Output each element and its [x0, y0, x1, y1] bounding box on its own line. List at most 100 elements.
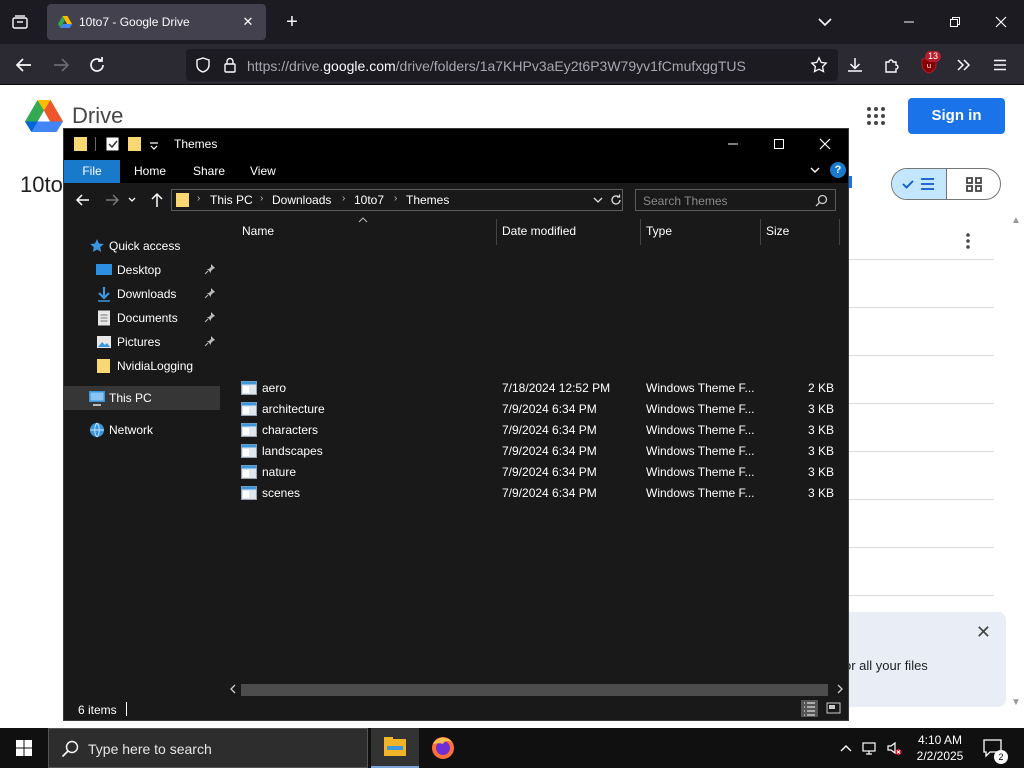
taskbar-clock[interactable]: 4:10 AM 2/2/2025 — [896, 732, 984, 764]
breadcrumb-separator-icon[interactable]: › — [260, 193, 263, 204]
nav-downloads[interactable]: Downloads — [64, 282, 220, 306]
restore-window-icon[interactable] — [941, 8, 969, 36]
explorer-forward-arrow-icon[interactable] — [102, 192, 122, 208]
address-bar[interactable]: https://drive.google.com/drive/folders/1… — [186, 49, 838, 81]
more-options-vertical-icon[interactable] — [962, 232, 974, 250]
ribbon-tab-share[interactable]: Share — [193, 164, 225, 178]
reload-icon[interactable] — [84, 52, 110, 78]
url-text[interactable]: https://drive.google.com/drive/folders/1… — [247, 58, 746, 74]
nav-pictures[interactable]: Pictures — [64, 330, 220, 354]
up-arrow-icon[interactable] — [147, 192, 167, 208]
ribbon-tab-view[interactable]: View — [250, 164, 276, 178]
table-row[interactable]: scenes 7/9/2024 6:34 PM Windows Theme F.… — [237, 483, 837, 504]
horizontal-scrollbar[interactable] — [221, 681, 848, 698]
taskbar-firefox-icon[interactable] — [419, 728, 467, 768]
tab-manager-icon[interactable] — [8, 10, 32, 34]
list-all-tabs-icon[interactable] — [815, 12, 835, 32]
file-date: 7/9/2024 6:34 PM — [502, 465, 597, 479]
column-divider[interactable] — [760, 219, 761, 245]
column-header-type[interactable]: Type — [646, 224, 672, 238]
minimize-window-icon[interactable] — [895, 8, 923, 36]
new-tab-button[interactable]: + — [280, 10, 304, 34]
list-view-button[interactable] — [892, 169, 947, 199]
taskbar-file-explorer-icon[interactable] — [371, 728, 419, 768]
nav-documents[interactable]: Documents — [64, 306, 220, 330]
column-header-date[interactable]: Date modified — [502, 224, 576, 238]
column-divider[interactable] — [640, 219, 641, 245]
scroll-up-arrow-icon[interactable]: ▲ — [1011, 215, 1021, 226]
table-row[interactable]: aero 7/18/2024 12:52 PM Windows Theme F.… — [237, 378, 837, 399]
table-row[interactable]: landscapes 7/9/2024 6:34 PM Windows Them… — [237, 441, 837, 462]
scrollbar-thumb[interactable] — [241, 684, 828, 696]
extensions-puzzle-icon[interactable] — [882, 55, 902, 75]
more-tools-chevron-icon[interactable] — [954, 55, 974, 75]
file-type: Windows Theme F... — [646, 381, 755, 395]
forward-arrow-icon[interactable] — [48, 52, 74, 78]
nav-nvidialogging[interactable]: NvidiaLogging — [64, 354, 220, 378]
new-folder-icon[interactable] — [128, 136, 142, 152]
table-row[interactable]: nature 7/9/2024 6:34 PM Windows Theme F.… — [237, 462, 837, 483]
breadcrumb-separator-icon[interactable]: › — [197, 193, 200, 204]
grid-view-button[interactable] — [947, 169, 1000, 199]
drive-list-divider — [848, 307, 994, 308]
customize-toolbar-dropdown-icon[interactable] — [148, 136, 160, 152]
breadcrumb-separator-icon[interactable]: › — [394, 193, 397, 204]
column-header-size[interactable]: Size — [766, 224, 789, 238]
view-toggle[interactable] — [891, 168, 1001, 200]
breadcrumb-10to7[interactable]: 10to7 — [354, 193, 384, 207]
hamburger-menu-icon[interactable] — [990, 55, 1010, 75]
explorer-maximize-icon[interactable] — [756, 129, 802, 159]
breadcrumb-downloads[interactable]: Downloads — [272, 193, 331, 207]
expand-ribbon-chevron-icon[interactable] — [809, 164, 821, 179]
explorer-address-bar[interactable]: › This PC › Downloads › 10to7 › Themes — [171, 189, 623, 211]
nav-network[interactable]: Network — [64, 418, 220, 442]
nav-this-pc[interactable]: This PC — [64, 386, 220, 410]
column-divider[interactable] — [839, 219, 840, 245]
table-row[interactable]: architecture 7/9/2024 6:34 PM Windows Th… — [237, 399, 837, 420]
column-divider[interactable] — [496, 219, 497, 245]
help-icon[interactable]: ? — [830, 162, 846, 178]
breadcrumb-themes[interactable]: Themes — [406, 193, 449, 207]
details-view-icon[interactable] — [801, 700, 818, 717]
pin-icon — [204, 311, 216, 323]
explorer-title-bar[interactable]: Themes — [64, 129, 848, 159]
column-header-name[interactable]: Name — [242, 224, 274, 238]
network-tray-icon[interactable] — [862, 740, 878, 756]
browser-tab[interactable]: 10to7 - Google Drive ✕ — [47, 4, 266, 40]
nav-desktop[interactable]: Desktop — [64, 258, 220, 282]
breadcrumb-separator-icon[interactable]: › — [342, 193, 345, 204]
downloads-icon[interactable] — [845, 55, 865, 75]
show-hidden-icons-chevron-icon[interactable] — [838, 740, 854, 756]
network-icon — [89, 422, 105, 438]
scroll-right-arrow-icon[interactable] — [836, 682, 844, 699]
tab-close-icon[interactable]: ✕ — [238, 12, 258, 32]
scroll-left-arrow-icon[interactable] — [229, 682, 237, 699]
tracking-protection-shield-icon[interactable] — [194, 56, 212, 74]
recent-locations-chevron-icon[interactable] — [126, 192, 138, 208]
browser-tab-bar: 10to7 - Google Drive ✕ + — [0, 0, 1024, 44]
breadcrumb-this-pc[interactable]: This PC — [210, 193, 253, 207]
lock-icon[interactable] — [222, 56, 238, 74]
large-icons-view-icon[interactable] — [825, 700, 842, 717]
properties-checkmark-icon[interactable] — [106, 136, 120, 152]
banner-close-icon[interactable]: ✕ — [976, 622, 991, 643]
ribbon-tab-home[interactable]: Home — [134, 164, 166, 178]
back-arrow-icon[interactable] — [11, 52, 37, 78]
taskbar-search-input[interactable]: Type here to search — [48, 728, 368, 768]
explorer-search-input[interactable]: Search Themes — [635, 189, 836, 211]
refresh-icon[interactable] — [609, 193, 623, 207]
bookmark-star-icon[interactable] — [810, 56, 828, 74]
nav-label: NvidiaLogging — [117, 359, 194, 373]
scroll-down-arrow-icon[interactable]: ▼ — [1011, 697, 1021, 708]
explorer-back-arrow-icon[interactable] — [73, 192, 93, 208]
ribbon-tab-file[interactable]: File — [64, 160, 120, 183]
explorer-close-icon[interactable] — [802, 129, 848, 159]
sign-in-button[interactable]: Sign in — [908, 98, 1005, 134]
explorer-minimize-icon[interactable] — [710, 129, 756, 159]
start-windows-icon[interactable] — [0, 728, 48, 768]
table-row[interactable]: characters 7/9/2024 6:34 PM Windows Them… — [237, 420, 837, 441]
close-window-icon[interactable] — [987, 8, 1015, 36]
nav-quick-access[interactable]: Quick access — [64, 234, 220, 258]
address-history-chevron-icon[interactable] — [592, 194, 604, 209]
google-apps-icon[interactable] — [866, 106, 886, 126]
